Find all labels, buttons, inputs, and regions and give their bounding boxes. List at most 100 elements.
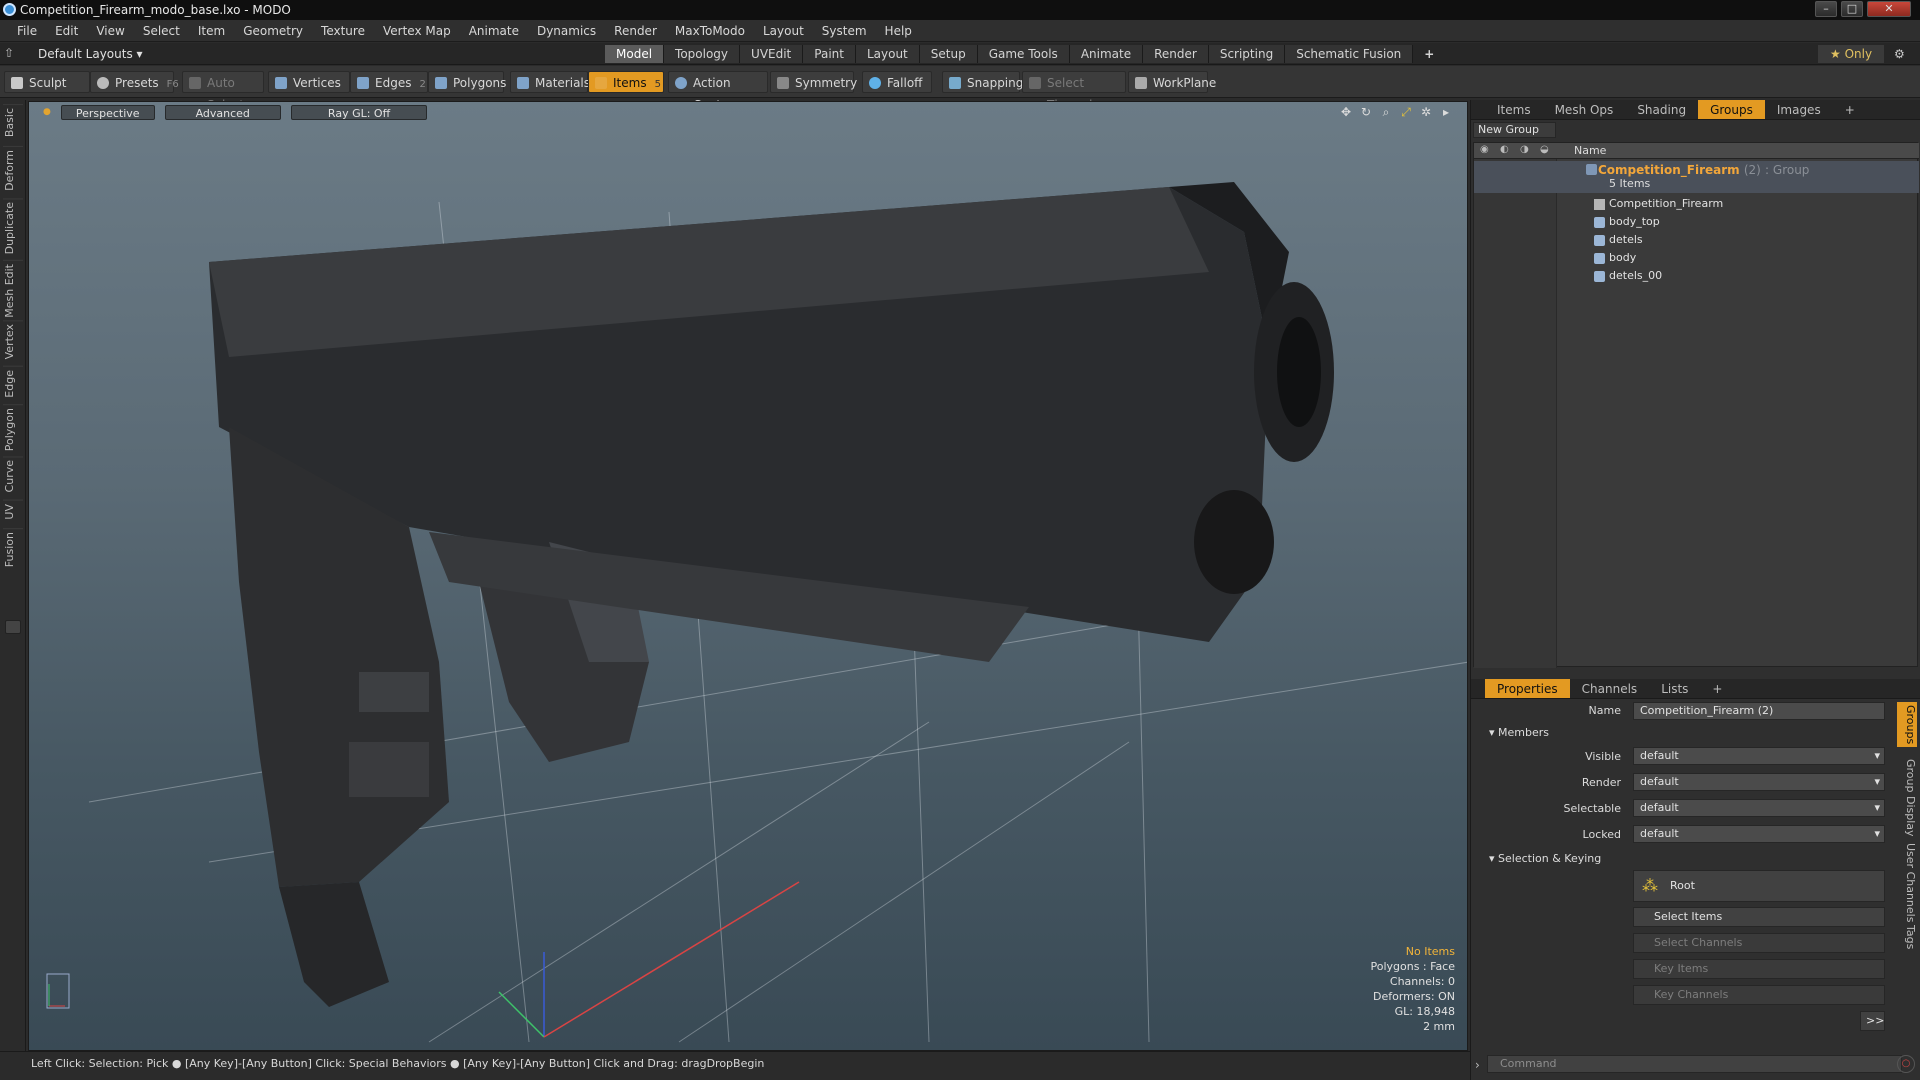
select-channels-button[interactable]: Select Channels — [1633, 933, 1885, 953]
add-tab-button[interactable]: + — [1700, 679, 1734, 698]
side-tab-group-display[interactable]: Group Display — [1897, 756, 1917, 840]
add-tab-button[interactable]: + — [1833, 100, 1867, 119]
layout-arrow-icon[interactable]: ⇧ — [4, 46, 14, 60]
tab-animate[interactable]: Animate — [1069, 45, 1144, 63]
presets-button[interactable]: Presets F6 — [90, 71, 179, 93]
select-through-button[interactable]: Select Through — [1022, 71, 1126, 112]
menu-file[interactable]: File — [8, 20, 46, 42]
menu-render[interactable]: Render — [605, 20, 666, 42]
tab-basic[interactable]: Basic — [3, 104, 23, 141]
tab-paint[interactable]: Paint — [803, 45, 856, 63]
tab-topology[interactable]: Topology — [664, 45, 741, 63]
auto-select-button[interactable]: Auto Select — [182, 71, 264, 112]
3d-viewport[interactable]: ● Perspective Advanced Ray GL: Off ✥ ↻ ⌕… — [28, 101, 1468, 1051]
tab-duplicate[interactable]: Duplicate — [3, 198, 23, 258]
group-name-field[interactable]: Competition_Firearm (2) — [1633, 702, 1885, 720]
tab-schematic-fusion[interactable]: Schematic Fusion — [1285, 45, 1414, 63]
list-item[interactable]: body — [1474, 249, 1919, 267]
add-tab-button[interactable]: + — [1413, 45, 1445, 63]
list-item[interactable]: Competition_Firearm — [1474, 195, 1919, 213]
snapping-button[interactable]: Snapping — [942, 71, 1023, 93]
tab-items[interactable]: Items — [1485, 100, 1543, 119]
tab-properties[interactable]: Properties — [1485, 679, 1570, 698]
tab-images[interactable]: Images — [1765, 100, 1833, 119]
materials-button[interactable]: Materials — [510, 71, 590, 93]
side-tab-tags[interactable]: Tags — [1897, 922, 1917, 952]
tab-shading[interactable]: Shading — [1625, 100, 1698, 119]
menu-vertex-map[interactable]: Vertex Map — [374, 20, 460, 42]
lock-icon[interactable]: ◑ — [1520, 144, 1529, 155]
render-icon[interactable]: ◐ — [1500, 144, 1509, 155]
close-button[interactable]: ✕ — [1867, 1, 1911, 17]
tab-game-tools[interactable]: Game Tools — [977, 45, 1070, 63]
command-stop-icon[interactable]: ○ — [1897, 1055, 1915, 1073]
menu-maxtomodo[interactable]: MaxToModo — [666, 20, 754, 42]
tab-setup[interactable]: Setup — [919, 45, 978, 63]
list-item[interactable]: detels_00 — [1474, 267, 1919, 285]
menu-view[interactable]: View — [87, 20, 133, 42]
tab-scripting[interactable]: Scripting — [1208, 45, 1286, 63]
list-item[interactable]: detels — [1474, 231, 1919, 249]
menu-layout[interactable]: Layout — [754, 20, 813, 42]
tab-uvedit[interactable]: UVEdit — [740, 45, 804, 63]
tab-polygon[interactable]: Polygon — [3, 404, 23, 455]
tab-mesh-edit[interactable]: Mesh Edit — [3, 260, 23, 321]
layout-dropdown[interactable]: Default Layouts ▾ — [38, 43, 143, 65]
items-button[interactable]: Items 5 — [588, 71, 664, 93]
tab-deform[interactable]: Deform — [3, 146, 23, 194]
tab-render[interactable]: Render — [1143, 45, 1209, 63]
select-icon[interactable]: ◒ — [1540, 144, 1549, 155]
maximize-button[interactable]: □ — [1841, 1, 1863, 17]
symmetry-button[interactable]: Symmetry — [770, 71, 857, 93]
tab-fusion[interactable]: Fusion — [3, 528, 23, 571]
side-tab-user-channels[interactable]: User Channels — [1897, 840, 1917, 925]
menu-edit[interactable]: Edit — [46, 20, 87, 42]
key-channels-button[interactable]: Key Channels — [1633, 985, 1885, 1005]
key-items-button[interactable]: Key Items — [1633, 959, 1885, 979]
visible-dropdown[interactable]: default ▾ — [1633, 747, 1885, 765]
tab-layout[interactable]: Layout — [855, 45, 920, 63]
action-center-button[interactable]: Action Center — [668, 71, 768, 112]
selectable-dropdown[interactable]: default ▾ — [1633, 799, 1885, 817]
tab-lists[interactable]: Lists — [1649, 679, 1700, 698]
menu-dynamics[interactable]: Dynamics — [528, 20, 605, 42]
vertices-button[interactable]: Vertices1 — [268, 71, 355, 93]
tab-curve[interactable]: Curve — [3, 456, 23, 496]
tab-mesh-ops[interactable]: Mesh Ops — [1543, 100, 1626, 119]
command-input[interactable]: Command — [1487, 1055, 1902, 1073]
select-items-button[interactable]: Select Items — [1633, 907, 1885, 927]
tab-edge[interactable]: Edge — [3, 366, 23, 401]
tab-vertex[interactable]: Vertex — [3, 320, 23, 363]
falloff-button[interactable]: Falloff — [862, 71, 932, 93]
sculpt-button[interactable]: Sculpt — [4, 71, 90, 93]
polygons-button[interactable]: Polygons — [428, 71, 506, 93]
menu-select[interactable]: Select — [134, 20, 189, 42]
menu-item[interactable]: Item — [189, 20, 234, 42]
new-group-button[interactable]: New Group — [1473, 122, 1556, 138]
group-row[interactable]: Competition_Firearm (2) : Group 5 Items — [1474, 161, 1919, 193]
only-toggle[interactable]: ★ Only — [1818, 45, 1885, 63]
panel-toggle-button[interactable] — [5, 620, 21, 634]
name-column-header[interactable]: Name — [1574, 144, 1606, 157]
menu-help[interactable]: Help — [876, 20, 921, 42]
gear-icon[interactable]: ⚙ — [1894, 45, 1905, 63]
selection-keying-section[interactable]: ▾ Selection & Keying — [1471, 850, 1601, 868]
eye-icon[interactable]: ◉ — [1480, 144, 1489, 155]
workplane-button[interactable]: WorkPlane — [1128, 71, 1216, 93]
menu-system[interactable]: System — [813, 20, 876, 42]
more-button[interactable]: >> — [1860, 1011, 1885, 1031]
tab-groups[interactable]: Groups — [1698, 100, 1765, 119]
menu-animate[interactable]: Animate — [460, 20, 528, 42]
side-tab-groups[interactable]: Groups — [1897, 702, 1917, 748]
root-button[interactable]: ⁂ Root — [1633, 870, 1885, 902]
edges-button[interactable]: Edges 2 — [350, 71, 428, 93]
members-section[interactable]: ▾ Members — [1471, 724, 1549, 742]
tab-uv[interactable]: UV — [3, 500, 23, 523]
minimize-button[interactable]: – — [1815, 1, 1837, 17]
render-dropdown[interactable]: default ▾ — [1633, 773, 1885, 791]
menu-geometry[interactable]: Geometry — [234, 20, 312, 42]
locked-dropdown[interactable]: default ▾ — [1633, 825, 1885, 843]
tab-model[interactable]: Model — [605, 45, 665, 63]
menu-texture[interactable]: Texture — [312, 20, 374, 42]
tab-channels[interactable]: Channels — [1570, 679, 1650, 698]
